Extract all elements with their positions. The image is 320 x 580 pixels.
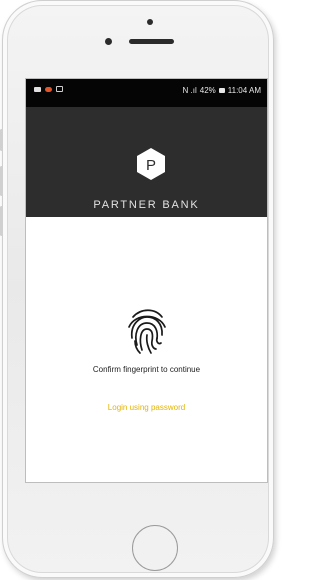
battery-icon: [218, 88, 225, 93]
earpiece-speaker: [129, 39, 174, 44]
fingerprint-icon[interactable]: [125, 305, 169, 355]
status-right: N .ıl 42% 11:04 AM: [183, 86, 261, 95]
login-password-link[interactable]: Login using password: [26, 403, 267, 412]
signal-indicators: N .ıl: [182, 86, 197, 95]
notification-dot-icon: [45, 86, 52, 92]
volume-up-button: [0, 166, 3, 196]
app-screen: N .ıl 42% 11:04 AM P PARTNER BANK Confir…: [25, 78, 268, 483]
auth-content: Confirm fingerprint to continue Login us…: [26, 217, 267, 482]
home-button: [132, 525, 178, 571]
phone-frame: N .ıl 42% 11:04 AM P PARTNER BANK Confir…: [0, 0, 274, 578]
status-bar: N .ıl 42% 11:04 AM: [26, 79, 267, 107]
clock: 11:04 AM: [227, 86, 261, 95]
brand-name: PARTNER BANK: [93, 199, 200, 211]
mute-switch: [0, 129, 3, 151]
volume-down-button: [0, 206, 3, 236]
front-camera: [105, 38, 112, 45]
fingerprint-prompt: Confirm fingerprint to continue: [92, 365, 201, 374]
logo-letter: P: [146, 157, 156, 174]
partner-bank-logo: P: [137, 148, 165, 180]
status-left-icons: [34, 86, 63, 92]
battery-percent: 42%: [199, 86, 216, 95]
app-icon: [56, 86, 63, 92]
sensor-dot: [147, 19, 153, 25]
image-icon: [34, 86, 41, 92]
brand-header: P PARTNER BANK: [26, 107, 267, 217]
